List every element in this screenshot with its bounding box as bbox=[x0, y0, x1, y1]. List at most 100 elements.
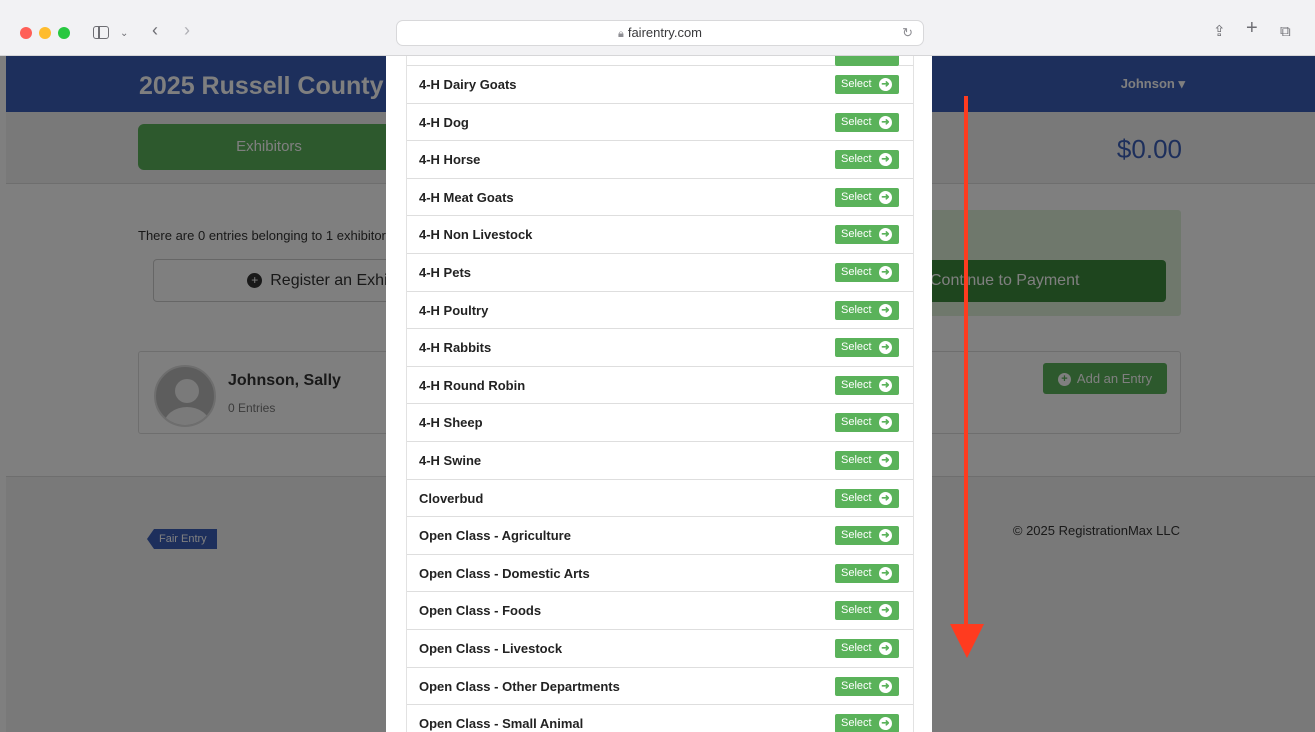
list-item: 4-H Swine Select ➜ bbox=[407, 442, 913, 480]
department-name: 4-H Non Livestock bbox=[419, 227, 533, 243]
select-button-label: Select bbox=[841, 604, 872, 617]
department-select-modal: 4-H Dairy Goats Select ➜ 4-H Dog Select ➜ 4-H … bbox=[386, 56, 932, 732]
select-button[interactable]: Select ➜ bbox=[835, 638, 899, 658]
share-icon[interactable]: ⇪ bbox=[1213, 22, 1226, 42]
select-button-label: Select bbox=[841, 416, 872, 429]
list-item: Open Class - Foods Select ➜ bbox=[407, 592, 913, 630]
list-item: Open Class - Livestock Select ➜ bbox=[407, 630, 913, 668]
select-button[interactable]: Select ➜ bbox=[835, 413, 899, 433]
select-button[interactable]: Select ➜ bbox=[835, 300, 899, 320]
arrow-right-circle-icon: ➜ bbox=[879, 717, 892, 731]
list-item: 4-H Non Livestock Select ➜ bbox=[407, 216, 913, 254]
department-name: 4-H Rabbits bbox=[419, 340, 492, 356]
select-button-label: Select bbox=[841, 453, 872, 466]
select-button-label: Select bbox=[841, 717, 872, 730]
address-bar[interactable]: 🔒︎ fairentry.com ↻ bbox=[396, 20, 924, 46]
browser-toolbar: ⌄ ‹ › 🔒︎ fairentry.com ↻ ⇪ + ⧉ bbox=[0, 0, 1315, 56]
select-button[interactable]: Select ➜ bbox=[835, 450, 899, 470]
list-item: 4-H Sheep Select ➜ bbox=[407, 404, 913, 442]
select-button[interactable]: Select ➜ bbox=[835, 338, 899, 358]
select-button[interactable]: Select ➜ bbox=[835, 676, 899, 696]
department-name: 4-H Pets bbox=[419, 264, 472, 280]
zoom-window-button[interactable] bbox=[58, 27, 70, 39]
list-item: Open Class - Small Animal Select ➜ bbox=[407, 705, 913, 732]
select-button-label: Select bbox=[841, 265, 872, 278]
list-item bbox=[407, 56, 913, 66]
arrow-right-circle-icon: ➜ bbox=[879, 303, 892, 317]
select-button[interactable]: Select ➜ bbox=[835, 262, 899, 282]
back-icon[interactable]: ‹ bbox=[152, 20, 158, 40]
forward-icon[interactable]: › bbox=[184, 20, 190, 40]
lock-icon: 🔒︎ bbox=[617, 28, 624, 40]
select-button-label: Select bbox=[841, 529, 872, 542]
department-list: 4-H Dairy Goats Select ➜ 4-H Dog Select ➜ 4-H … bbox=[406, 56, 914, 732]
department-name: Open Class - Agriculture bbox=[419, 528, 571, 544]
list-item: 4-H Round Robin Select ➜ bbox=[407, 367, 913, 405]
select-button-label: Select bbox=[841, 641, 872, 654]
select-button[interactable]: Select ➜ bbox=[835, 714, 899, 732]
select-button-label: Select bbox=[841, 153, 872, 166]
department-name: Cloverbud bbox=[419, 490, 484, 506]
list-item: 4-H Poultry Select ➜ bbox=[407, 292, 913, 330]
department-name: Open Class - Small Animal bbox=[419, 716, 584, 732]
department-name: 4-H Swine bbox=[419, 452, 482, 468]
arrow-right-circle-icon: ➜ bbox=[879, 529, 892, 543]
arrow-right-circle-icon: ➜ bbox=[879, 115, 892, 129]
department-name: Open Class - Other Departments bbox=[419, 678, 620, 694]
select-button-label: Select bbox=[841, 378, 872, 391]
select-button-label: Select bbox=[841, 228, 872, 241]
arrow-right-circle-icon: ➜ bbox=[879, 566, 892, 580]
url-text: fairentry.com bbox=[627, 25, 703, 40]
select-button[interactable]: Select ➜ bbox=[835, 75, 899, 94]
arrow-right-circle-icon: ➜ bbox=[879, 604, 892, 618]
select-button[interactable]: Select ➜ bbox=[835, 150, 899, 170]
select-button[interactable]: Select ➜ bbox=[835, 225, 899, 245]
department-name: Open Class - Foods bbox=[419, 603, 542, 619]
arrow-right-circle-icon: ➜ bbox=[879, 78, 892, 91]
list-item: Open Class - Other Departments Select ➜ bbox=[407, 668, 913, 706]
department-name: 4-H Poultry bbox=[419, 302, 489, 318]
select-button[interactable]: Select ➜ bbox=[835, 563, 899, 583]
arrow-right-circle-icon: ➜ bbox=[879, 341, 892, 355]
select-button-label: Select bbox=[841, 341, 872, 354]
tab-overview-icon[interactable]: ⧉ bbox=[1280, 22, 1291, 42]
select-button[interactable]: Select ➜ bbox=[835, 375, 899, 395]
arrow-right-circle-icon: ➜ bbox=[879, 190, 892, 204]
arrow-right-circle-icon: ➜ bbox=[879, 153, 892, 167]
list-item: 4-H Dog Select ➜ bbox=[407, 104, 913, 142]
department-name: 4-H Sheep bbox=[419, 415, 483, 431]
department-name: 4-H Horse bbox=[419, 152, 481, 168]
select-button-label: Select bbox=[841, 491, 872, 504]
department-name: 4-H Dairy Goats bbox=[419, 77, 517, 92]
minimize-window-button[interactable] bbox=[39, 27, 51, 39]
reload-icon[interactable]: ↻ bbox=[902, 21, 913, 45]
select-button-label: Select bbox=[841, 190, 872, 203]
department-name: Open Class - Livestock bbox=[419, 640, 563, 656]
arrow-right-circle-icon: ➜ bbox=[879, 228, 892, 242]
arrow-right-circle-icon: ➜ bbox=[879, 491, 892, 505]
select-button[interactable]: Select ➜ bbox=[835, 488, 899, 508]
select-button[interactable]: Select ➜ bbox=[835, 112, 899, 132]
select-button[interactable]: Select ➜ bbox=[835, 187, 899, 207]
arrow-right-circle-icon: ➜ bbox=[879, 641, 892, 655]
list-item: 4-H Meat Goats Select ➜ bbox=[407, 179, 913, 217]
list-item: Cloverbud Select ➜ bbox=[407, 480, 913, 518]
close-window-button[interactable] bbox=[20, 27, 32, 39]
arrow-right-circle-icon: ➜ bbox=[879, 265, 892, 279]
new-tab-icon[interactable]: + bbox=[1246, 18, 1258, 38]
list-item: 4-H Rabbits Select ➜ bbox=[407, 329, 913, 367]
arrow-right-circle-icon: ➜ bbox=[879, 416, 892, 430]
select-button-label: Select bbox=[841, 78, 872, 90]
list-item: 4-H Pets Select ➜ bbox=[407, 254, 913, 292]
select-button[interactable]: Select ➜ bbox=[835, 601, 899, 621]
department-name: Open Class - Domestic Arts bbox=[419, 565, 590, 581]
list-item: 4-H Dairy Goats Select ➜ bbox=[407, 66, 913, 104]
arrow-right-circle-icon: ➜ bbox=[879, 679, 892, 693]
select-button[interactable] bbox=[835, 56, 899, 66]
select-button-label: Select bbox=[841, 679, 872, 692]
chevron-down-icon[interactable]: ⌄ bbox=[120, 24, 128, 44]
list-item: 4-H Horse Select ➜ bbox=[407, 141, 913, 179]
select-button[interactable]: Select ➜ bbox=[835, 526, 899, 546]
sidebar-toggle-icon[interactable] bbox=[93, 26, 109, 39]
select-button-label: Select bbox=[841, 566, 872, 579]
